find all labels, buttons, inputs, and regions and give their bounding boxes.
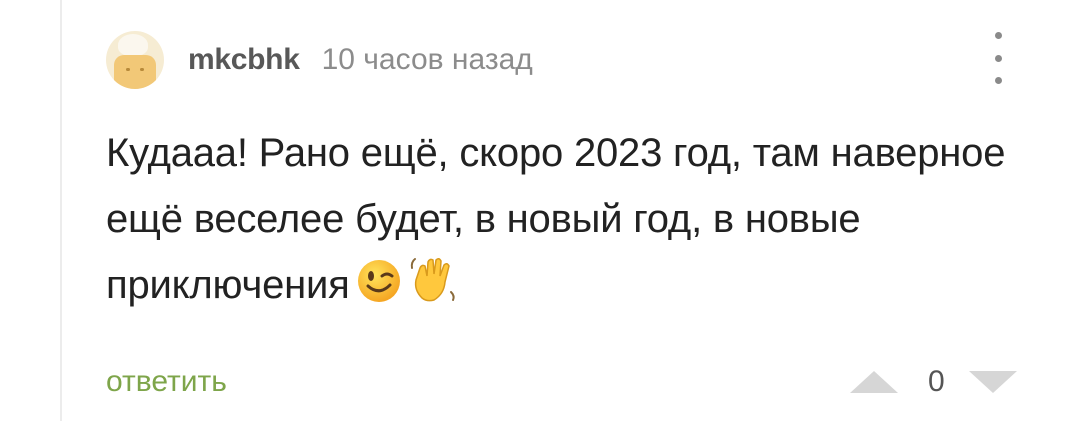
rating-controls: 0: [850, 362, 1017, 402]
waving-hand-icon: [408, 254, 458, 324]
menu-dot: [994, 32, 1002, 39]
score-value: 0: [928, 365, 945, 398]
avatar-hat: [118, 34, 148, 56]
comment-body: Кудааа! Рано ещё, скоро 2023 год, там на…: [106, 120, 1006, 324]
comment-text: Кудааа! Рано ещё, скоро 2023 год, там на…: [106, 131, 1006, 307]
avatar-face: [114, 55, 156, 89]
comment-header: mkcbhk 10 часов назад: [106, 30, 533, 90]
avatar-eye-right: [140, 68, 144, 71]
more-options-icon[interactable]: [980, 32, 1016, 84]
comment-card: mkcbhk 10 часов назад Кудааа! Рано ещё, …: [0, 0, 1080, 421]
downvote-icon[interactable]: [968, 371, 1017, 393]
menu-dot: [994, 54, 1002, 62]
avatar[interactable]: [106, 31, 164, 89]
avatar-eye-left: [126, 68, 130, 71]
menu-dot: [994, 77, 1002, 84]
reply-link[interactable]: ответить: [106, 365, 227, 399]
winking-face-icon: [356, 258, 402, 324]
timestamp[interactable]: 10 часов назад: [322, 43, 533, 77]
username[interactable]: mkcbhk: [188, 43, 300, 77]
upvote-icon[interactable]: [850, 371, 898, 393]
thread-line: [60, 0, 62, 421]
